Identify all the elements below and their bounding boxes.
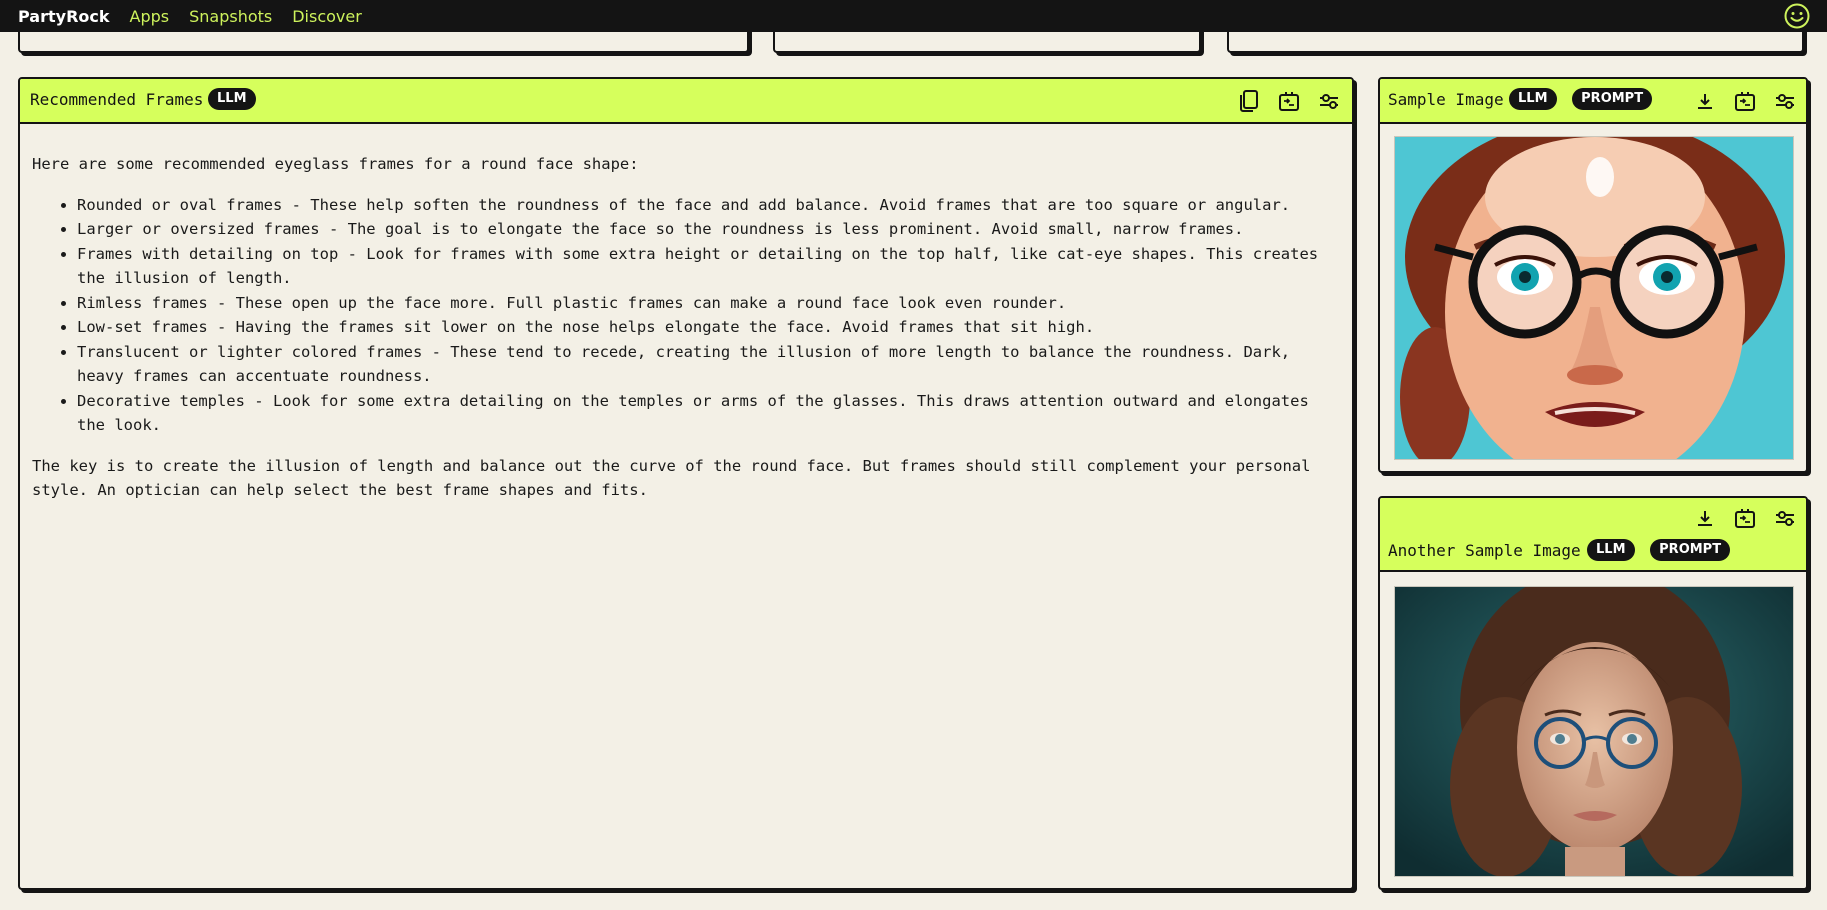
another-sample-image-widget: Another Sample Image LLM PROMPT [1378,496,1808,890]
badge-group: LLM PROMPT [1587,539,1731,561]
widget-title: Recommended Frames [30,90,204,109]
recommended-frames-widget: Recommended Frames LLM Here are some rec… [18,77,1354,890]
output-conclusion: The key is to create the illusion of len… [32,456,1311,500]
list-item: Low-set frames - Having the frames sit l… [77,315,1340,340]
llm-badge: LLM [208,88,256,110]
badge-group: LLM PROMPT [1509,88,1653,110]
prompt-badge: PROMPT [1572,88,1653,110]
generated-image[interactable] [1394,586,1794,877]
llm-badge: LLM [1587,539,1635,561]
nav-link-apps[interactable]: Apps [130,7,170,26]
nav-link-discover[interactable]: Discover [292,7,362,26]
nav-link-snapshots[interactable]: Snapshots [189,7,272,26]
llm-badge: LLM [1509,88,1557,110]
list-item: Rimless frames - These open up the face … [77,291,1340,316]
widget-actions [1692,88,1798,114]
widget-header: Sample Image LLM PROMPT [1380,79,1806,124]
widget-actions [1236,88,1342,114]
brand-logo[interactable]: PartyRock [18,7,110,26]
list-item: Decorative temples - Look for some extra… [77,389,1340,438]
widget-header: Another Sample Image LLM PROMPT [1380,498,1806,572]
list-item: Frames with detailing on top - Look for … [77,242,1340,291]
copy-icon[interactable] [1236,88,1262,114]
widget-output: Here are some recommended eyeglass frame… [20,124,1352,503]
top-nav: PartyRock Apps Snapshots Discover [0,0,1827,32]
regenerate-icon[interactable] [1732,88,1758,114]
list-item: Rounded or oval frames - These help soft… [77,193,1340,218]
settings-sliders-icon[interactable] [1772,505,1798,531]
recommendation-list: Rounded or oval frames - These help soft… [32,193,1340,438]
realistic-woman-portrait-image [1395,587,1793,876]
widget-title: Another Sample Image [1388,541,1581,560]
widget-title: Sample Image [1388,90,1504,109]
widget-actions [1692,505,1798,531]
widget-header: Recommended Frames LLM [20,79,1352,124]
sample-image-widget: Sample Image LLM PROMPT [1378,77,1808,473]
illustrated-woman-portrait-image [1395,137,1793,459]
prompt-badge: PROMPT [1650,539,1731,561]
regenerate-icon[interactable] [1732,505,1758,531]
output-intro: Here are some recommended eyeglass frame… [32,155,639,173]
regenerate-icon[interactable] [1276,88,1302,114]
settings-sliders-icon[interactable] [1772,88,1798,114]
user-avatar-icon[interactable] [1783,2,1811,30]
generated-image[interactable] [1394,136,1794,460]
download-icon[interactable] [1692,88,1718,114]
list-item: Larger or oversized frames - The goal is… [77,217,1340,242]
settings-sliders-icon[interactable] [1316,88,1342,114]
list-item: Translucent or lighter colored frames - … [77,340,1340,389]
download-icon[interactable] [1692,505,1718,531]
